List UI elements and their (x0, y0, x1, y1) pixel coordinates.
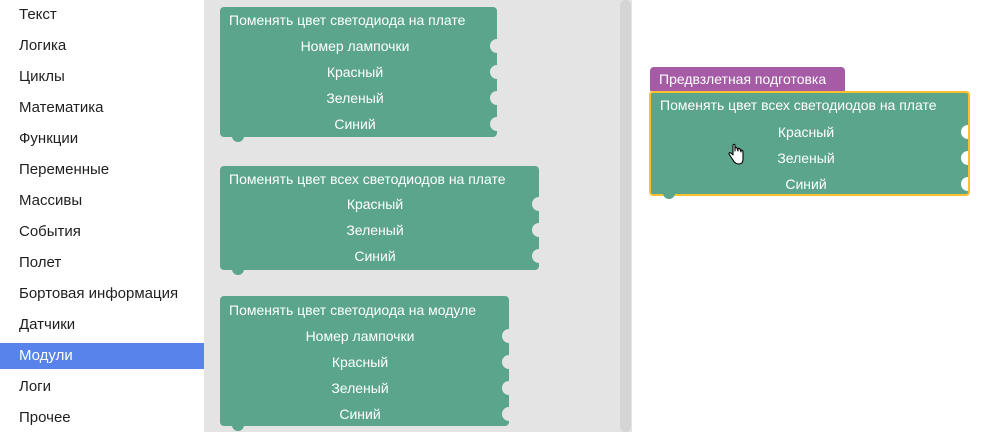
block-title: Предвзлетная подготовка (659, 71, 827, 87)
category-other[interactable]: Прочее (0, 405, 204, 431)
input-socket (490, 117, 497, 131)
flyout-block-led-on-board[interactable]: Поменять цвет светодиода на плате Номер … (220, 7, 497, 142)
block-title: Поменять цвет всех светодиодов на плате (229, 171, 506, 187)
field-blue: Синий (354, 248, 396, 264)
flyout-block-led-on-module[interactable]: Поменять цвет светодиода на модуле Номер… (220, 296, 509, 431)
field-red: Красный (346, 196, 404, 212)
flyout-block-all-leds-on-board[interactable]: Поменять цвет всех светодиодов на плате … (220, 166, 539, 275)
input-socket (961, 177, 968, 191)
input-socket (490, 91, 497, 105)
field-lamp-number: Номер лампочки (305, 328, 415, 344)
input-socket (961, 151, 968, 165)
input-socket (502, 329, 509, 343)
field-blue: Синий (339, 406, 381, 422)
field-blue: Синий (785, 176, 827, 192)
field-green: Зеленый (326, 90, 384, 106)
field-lamp-number: Номер лампочки (300, 38, 410, 54)
category-onboard-info[interactable]: Бортовая информация (0, 281, 204, 307)
block-title: Поменять цвет всех светодиодов на плате (660, 97, 937, 113)
category-flight[interactable]: Полет (0, 250, 204, 276)
input-socket (532, 223, 539, 237)
block-title: Поменять цвет светодиода на модуле (229, 302, 477, 318)
category-events[interactable]: События (0, 219, 204, 245)
field-green: Зеленый (777, 150, 835, 166)
category-text[interactable]: Текст (0, 2, 204, 28)
workspace-canvas[interactable] (632, 0, 1008, 432)
input-socket (502, 381, 509, 395)
category-logic[interactable]: Логика (0, 33, 204, 59)
flyout-scrollbar[interactable] (620, 0, 631, 432)
category-toolbox: Текст Логика Циклы Математика Функции Пе… (0, 0, 204, 432)
input-socket (532, 249, 539, 263)
workspace-block-all-leds-on-board[interactable]: Поменять цвет всех светодиодов на плате … (649, 91, 970, 199)
field-red: Красный (331, 354, 389, 370)
input-socket (502, 407, 509, 421)
input-socket (961, 125, 968, 139)
category-logs[interactable]: Логи (0, 374, 204, 400)
category-modules[interactable]: Модули (0, 343, 204, 369)
field-green: Зеленый (331, 380, 389, 396)
category-arrays[interactable]: Массивы (0, 188, 204, 214)
input-socket (490, 65, 497, 79)
category-loops[interactable]: Циклы (0, 64, 204, 90)
category-variables[interactable]: Переменные (0, 157, 204, 183)
block-title: Поменять цвет светодиода на плате (229, 12, 466, 28)
field-red: Красный (326, 64, 384, 80)
hand-pointer-icon (728, 143, 744, 165)
field-green: Зеленый (346, 222, 404, 238)
field-blue: Синий (334, 116, 376, 132)
field-red: Красный (777, 124, 835, 140)
category-functions[interactable]: Функции (0, 126, 204, 152)
input-socket (532, 197, 539, 211)
category-math[interactable]: Математика (0, 95, 204, 121)
input-socket (502, 355, 509, 369)
event-block-preflight[interactable]: Предвзлетная подготовка (650, 67, 845, 91)
input-socket (490, 39, 497, 53)
category-sensors[interactable]: Датчики (0, 312, 204, 338)
